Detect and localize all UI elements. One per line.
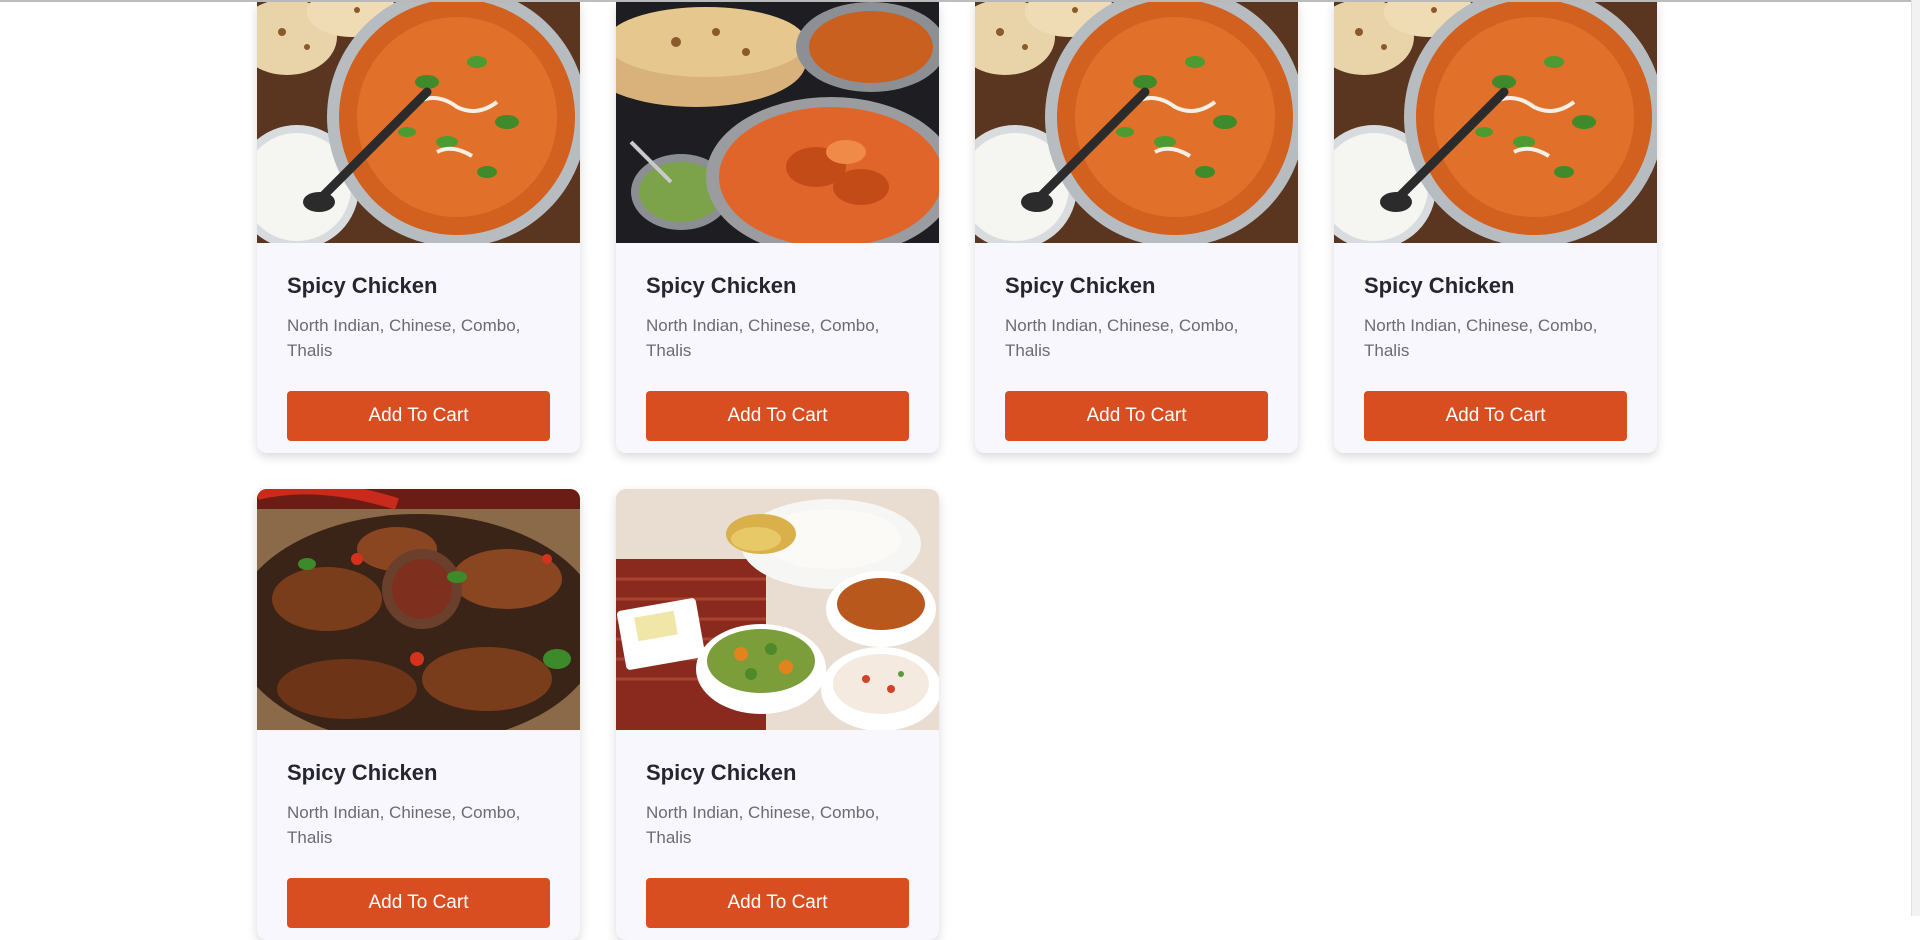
add-to-cart-button[interactable]: Add To Cart: [646, 878, 909, 928]
add-to-cart-button[interactable]: Add To Cart: [646, 391, 909, 441]
menu-grid: Spicy Chicken North Indian, Chinese, Com…: [257, 2, 1657, 940]
menu-card: Spicy Chicken North Indian, Chinese, Com…: [257, 2, 580, 453]
card-description: North Indian, Chinese, Combo, Thalis: [1005, 316, 1239, 360]
card-title: Spicy Chicken: [287, 760, 438, 785]
card-title: Spicy Chicken: [287, 273, 438, 298]
card-title: Spicy Chicken: [646, 273, 797, 298]
card-description: North Indian, Chinese, Combo, Thalis: [1364, 316, 1598, 360]
menu-card: Spicy Chicken North Indian, Chinese, Com…: [975, 2, 1298, 453]
food-image: [257, 2, 580, 243]
menu-card: Spicy Chicken North Indian, Chinese, Com…: [1334, 2, 1657, 453]
food-image: [257, 489, 580, 730]
card-title: Spicy Chicken: [646, 760, 797, 785]
menu-card: Spicy Chicken North Indian, Chinese, Com…: [616, 2, 939, 453]
add-to-cart-button[interactable]: Add To Cart: [287, 878, 550, 928]
food-image: [616, 2, 939, 243]
card-description: North Indian, Chinese, Combo, Thalis: [646, 316, 880, 360]
add-to-cart-button[interactable]: Add To Cart: [287, 391, 550, 441]
menu-card: Spicy Chicken North Indian, Chinese, Com…: [257, 489, 580, 940]
card-description: North Indian, Chinese, Combo, Thalis: [287, 316, 521, 360]
card-description: North Indian, Chinese, Combo, Thalis: [287, 803, 521, 847]
add-to-cart-button[interactable]: Add To Cart: [1364, 391, 1627, 441]
menu-card: Spicy Chicken North Indian, Chinese, Com…: [616, 489, 939, 940]
card-description: North Indian, Chinese, Combo, Thalis: [646, 803, 880, 847]
food-image: [1334, 2, 1657, 243]
food-image: [975, 2, 1298, 243]
card-title: Spicy Chicken: [1005, 273, 1156, 298]
add-to-cart-button[interactable]: Add To Cart: [1005, 391, 1268, 441]
vertical-scrollbar[interactable]: [1911, 0, 1920, 916]
card-title: Spicy Chicken: [1364, 273, 1515, 298]
food-image: [616, 489, 939, 730]
